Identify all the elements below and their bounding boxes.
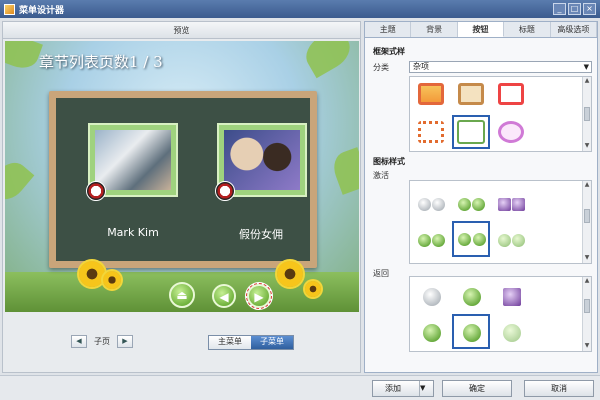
scroll-up-icon[interactable]: ▲ [583,277,591,286]
scroll-up-icon[interactable]: ▲ [583,181,591,190]
return-icon-option[interactable] [494,317,528,347]
prev-subpage-button[interactable]: ◀ [71,335,87,348]
prev-arrow-icon[interactable]: ◀ [212,284,236,308]
title-bar: 菜单设计器 _ □ × [0,0,600,18]
return-icon-option[interactable] [414,317,448,347]
soccer-ball-icon [215,181,235,201]
icon-gallery-scrollbar[interactable]: ▲ ▼ [582,181,591,263]
video-thumbnail-image [224,130,300,190]
frame-style-gallery: ▲ ▼ [409,76,592,152]
next-arrow-icon[interactable]: ▶ [246,283,272,309]
frame-style-title: 框架式样 [373,47,405,56]
chalkboard: Mark Kim 假份女佣 [49,91,317,268]
icon-option[interactable] [414,225,448,255]
tab-background[interactable]: 背景 [411,22,458,37]
return-icon-option[interactable] [454,281,488,311]
cancel-button[interactable]: 取消 [524,380,594,397]
main-menu-tab[interactable]: 主菜单 [209,336,251,349]
return-icon-option[interactable] [414,281,448,311]
chapter-thumbnail-1[interactable] [86,123,178,201]
add-button-label: 添加 [385,384,401,393]
leaf-decoration [5,41,43,73]
sunflower-decoration [79,261,105,287]
chapter-list-title: 章节列表页数1 / 3 [39,53,163,71]
chapter-thumbnail-2[interactable] [215,123,307,201]
maximize-button[interactable]: □ [568,3,581,15]
soccer-ball-icon [86,181,106,201]
preview-panel: 预览 章节列表页数1 / 3 Mark Kim 假份女佣 ⏏ ◀ ▶ ◀ 子页 … [2,21,361,373]
scroll-up-icon[interactable]: ▲ [583,77,591,86]
return-icon-gallery: ▲ ▼ [409,276,592,352]
subpage-pager: ◀ 子页 ▶ [71,335,133,348]
frame-option[interactable] [414,79,448,109]
tab-theme[interactable]: 主题 [365,22,412,37]
window-controls: _ □ × [553,3,596,15]
return-label: 返回 [373,269,389,278]
add-button[interactable]: 添加 ▼ [372,380,434,397]
settings-tabs: 主题 背景 按钮 标题 高级选项 [365,22,598,38]
app-icon [4,3,15,15]
sunflower-decoration [277,261,303,287]
subpage-label: 子页 [94,337,110,346]
active-label: 激活 [373,171,389,180]
chapter-label-1: Mark Kim [107,226,159,239]
leaf-decoration [329,147,359,195]
scroll-down-icon[interactable]: ▼ [583,254,591,263]
preview-header: 预览 [3,22,360,39]
chevron-down-icon[interactable]: ▼ [419,381,433,396]
icon-option[interactable] [494,225,528,255]
icon-option[interactable] [414,189,448,219]
icon-option[interactable] [454,189,488,219]
scroll-down-icon[interactable]: ▼ [583,342,591,351]
menu-preview-stage: 章节列表页数1 / 3 Mark Kim 假份女佣 ⏏ ◀ ▶ [5,41,359,312]
tab-buttons[interactable]: 按钮 [457,22,505,37]
icon-style-title: 图标样式 [373,157,405,166]
frame-option[interactable] [414,117,448,147]
frame-gallery-scrollbar[interactable]: ▲ ▼ [582,77,591,151]
icon-option[interactable] [494,189,528,219]
return-icon-option[interactable] [494,281,528,311]
category-label: 分类 [373,63,389,72]
return-gallery-scrollbar[interactable]: ▲ ▼ [582,277,591,351]
sunflower-decoration [305,281,321,297]
chevron-down-icon: ▼ [583,63,589,71]
frame-option[interactable] [494,117,528,147]
sub-menu-tab[interactable]: 子菜单 [251,336,293,349]
ok-button[interactable]: 确定 [442,380,512,397]
video-thumbnail-image [95,130,171,190]
frame-option[interactable] [494,79,528,109]
tab-title[interactable]: 标题 [504,22,551,37]
next-subpage-button[interactable]: ▶ [117,335,133,348]
category-value: 杂项 [413,62,429,71]
menu-button-icon[interactable]: ⏏ [169,282,195,308]
scroll-thumb[interactable] [584,299,590,313]
minimize-button[interactable]: _ [553,3,566,15]
chapter-label-2: 假份女佣 [239,228,283,241]
category-select[interactable]: 杂项 ▼ [409,61,592,73]
close-button[interactable]: × [583,3,596,15]
sunflower-decoration [103,271,121,289]
frame-option[interactable] [454,79,488,109]
menu-type-toggle: 主菜单 子菜单 [208,335,294,350]
frame-option-selected[interactable] [452,115,490,149]
leaf-decoration [299,41,357,79]
tab-advanced[interactable]: 高级选项 [551,22,598,37]
settings-panel: 主题 背景 按钮 标题 高级选项 框架式样 分类 杂项 ▼ ▲ ▼ 图标样式 激… [364,21,598,373]
bottom-action-bar: 添加 ▼ 确定 取消 [0,375,600,400]
active-icon-gallery: ▲ ▼ [409,180,592,264]
scroll-thumb[interactable] [584,107,590,121]
scroll-down-icon[interactable]: ▼ [583,142,591,151]
scroll-thumb[interactable] [584,209,590,223]
leaf-decoration [5,156,35,206]
window-title: 菜单设计器 [19,5,65,16]
icon-option-selected[interactable] [452,221,490,257]
return-icon-option-selected[interactable] [452,314,490,349]
